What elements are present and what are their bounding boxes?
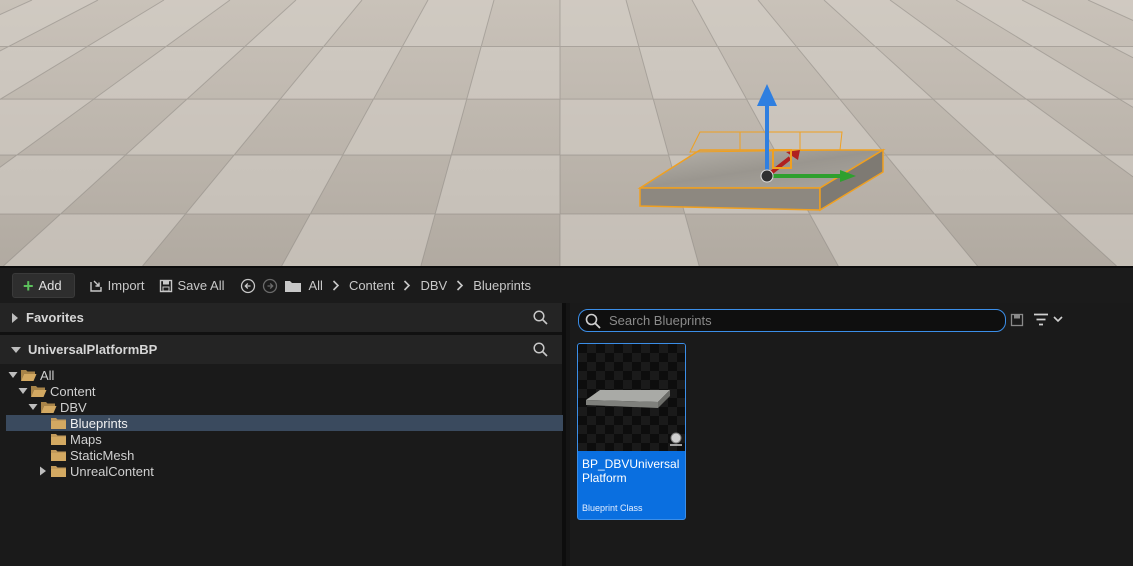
folder-icon: [285, 280, 302, 292]
folder-open-icon: [40, 401, 57, 414]
collection-label: UniversalPlatformBP: [28, 342, 158, 357]
save-icon: [159, 279, 172, 292]
search-icon: [585, 313, 601, 329]
tree-label: All: [40, 367, 55, 383]
folder-icon: [50, 433, 67, 446]
breadcrumb-blueprints[interactable]: Blueprints: [473, 278, 531, 293]
favorites-label: Favorites: [26, 310, 84, 325]
collapse-arrow-icon[interactable]: [28, 403, 38, 411]
favorites-header[interactable]: Favorites: [0, 303, 562, 332]
add-button[interactable]: + Add: [12, 273, 75, 298]
folder-tree: All Content DBV Blueprints Maps StaticMe…: [6, 367, 563, 566]
filter-icon: [1034, 313, 1048, 326]
asset-type: Blueprint Class: [582, 503, 643, 513]
collection-header[interactable]: UniversalPlatformBP: [0, 335, 562, 364]
folder-icon: [50, 417, 67, 430]
tree-item-all[interactable]: All: [6, 367, 563, 383]
tree-label: Maps: [70, 431, 102, 447]
content-browser-toolbar: + Add Import Save All All Content DBV Bl…: [0, 266, 1133, 303]
tree-item-unrealcontent[interactable]: UnrealContent: [6, 463, 563, 479]
collapse-arrow-icon[interactable]: [18, 387, 28, 395]
forward-arrow-icon[interactable]: [262, 278, 278, 294]
breadcrumb-all[interactable]: All: [308, 278, 322, 293]
folder-icon: [50, 465, 67, 478]
tree-item-blueprints[interactable]: Blueprints: [6, 415, 563, 431]
tree-label: Blueprints: [70, 415, 128, 431]
breadcrumb: All Content DBV Blueprints: [308, 278, 531, 293]
breadcrumb-dbv[interactable]: DBV: [420, 278, 447, 293]
tree-item-dbv[interactable]: DBV: [6, 399, 563, 415]
asset-thumbnail: [578, 344, 685, 451]
asset-view-panel: BP_DBVUniversalPlatform Blueprint Class: [570, 303, 1133, 566]
expand-arrow-icon[interactable]: [10, 312, 20, 324]
expand-arrow-icon[interactable]: [38, 466, 48, 476]
tree-label: DBV: [60, 399, 87, 415]
plus-icon: +: [23, 275, 34, 296]
chevron-right-icon: [332, 280, 340, 291]
asset-name: BP_DBVUniversalPlatform: [582, 457, 680, 485]
tree-item-content[interactable]: Content: [6, 383, 563, 399]
back-arrow-icon[interactable]: [240, 278, 256, 294]
search-icon[interactable]: [533, 310, 548, 325]
add-label: Add: [38, 278, 62, 293]
folder-icon: [50, 449, 67, 462]
tree-label: UnrealContent: [70, 463, 154, 479]
tree-item-maps[interactable]: Maps: [6, 431, 563, 447]
asset-tile[interactable]: BP_DBVUniversalPlatform Blueprint Class: [577, 343, 686, 520]
breadcrumb-content[interactable]: Content: [349, 278, 395, 293]
chevron-down-icon: [1053, 316, 1063, 323]
viewport-scene: [0, 0, 1133, 266]
tree-label: StaticMesh: [70, 447, 135, 463]
collapse-arrow-icon[interactable]: [10, 345, 22, 355]
save-search-icon[interactable]: [1010, 313, 1024, 327]
folder-open-icon: [20, 369, 37, 382]
import-button[interactable]: Import: [89, 273, 145, 298]
save-all-button[interactable]: Save All: [159, 273, 225, 298]
import-icon: [89, 280, 102, 292]
folder-open-icon: [30, 385, 47, 398]
filter-button[interactable]: [1033, 313, 1063, 326]
save-all-label: Save All: [177, 278, 225, 293]
chevron-right-icon: [456, 280, 464, 291]
search-icon[interactable]: [533, 342, 548, 357]
chevron-right-icon: [403, 280, 411, 291]
level-viewport[interactable]: [0, 0, 1133, 266]
search-input[interactable]: [609, 313, 989, 328]
tree-label: Content: [50, 383, 96, 399]
collapse-arrow-icon[interactable]: [8, 371, 18, 379]
sources-panel: Favorites UniversalPlatformBP All Conten…: [0, 303, 566, 566]
asset-search-box[interactable]: [578, 309, 1006, 332]
import-label: Import: [107, 278, 145, 293]
tree-item-staticmesh[interactable]: StaticMesh: [6, 447, 563, 463]
